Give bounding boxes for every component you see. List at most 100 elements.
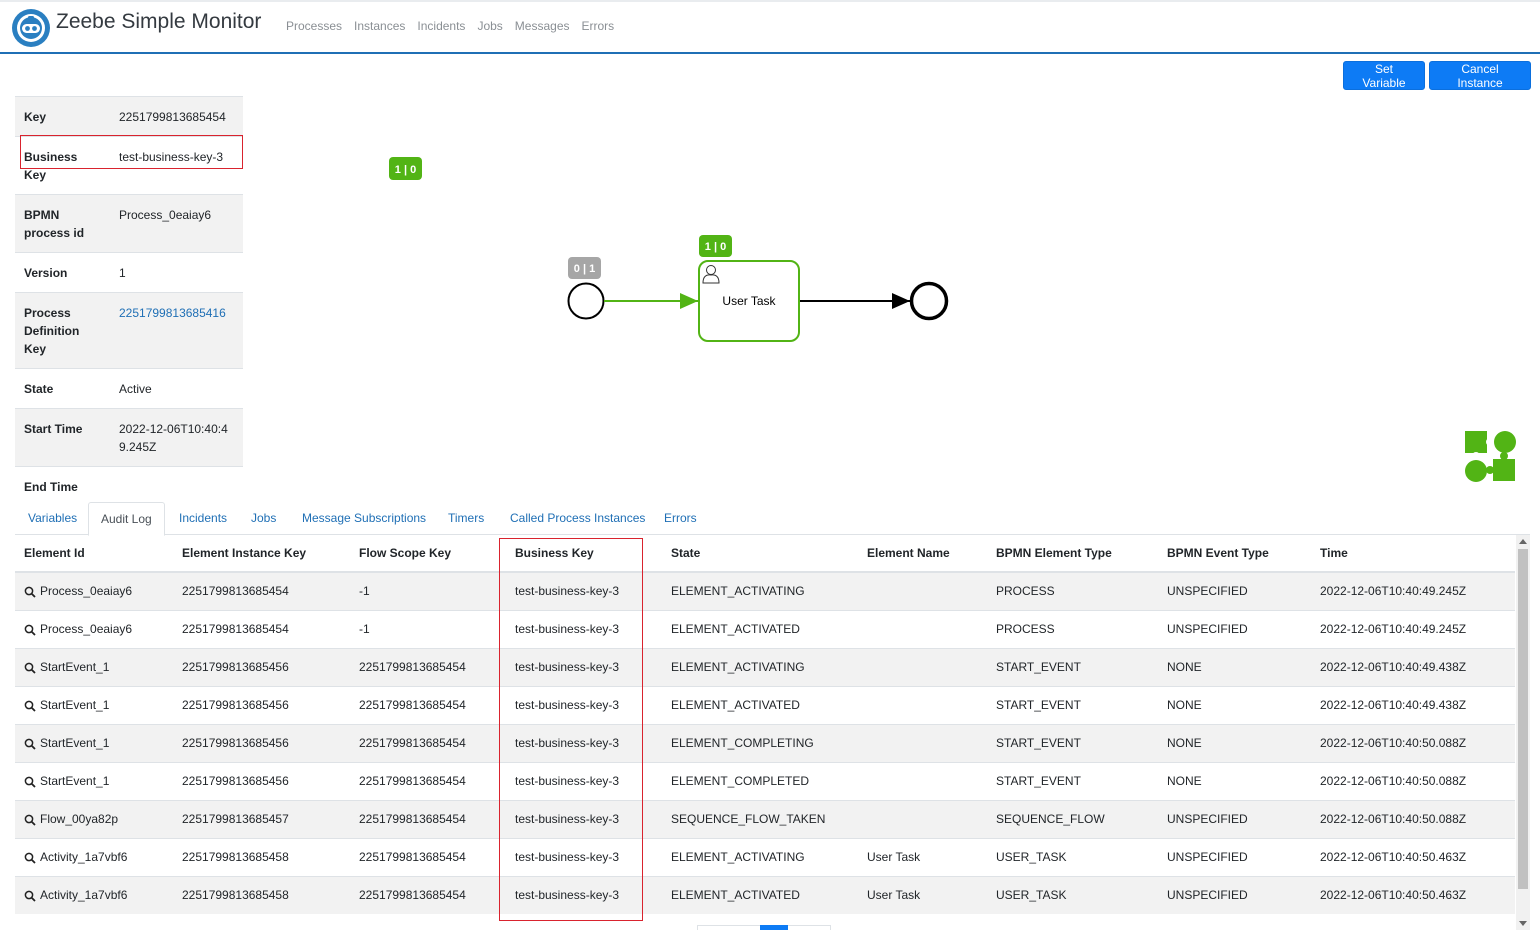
column-header[interactable]: Element Instance Key <box>173 535 350 573</box>
table-scrollbar[interactable] <box>1516 535 1530 930</box>
magnifier-icon[interactable] <box>24 852 36 864</box>
column-header[interactable]: Business Key <box>506 535 662 573</box>
table-row[interactable]: Process_0eaiay6 2251799813685454 -1 test-bu… <box>15 571 1515 610</box>
table-row[interactable]: Flow_00ya82p 2251799813685457 225179981368… <box>15 799 1515 838</box>
tab-audit-log[interactable]: Audit Log <box>88 502 165 536</box>
cell-time: 2022-12-06T10:40:50.088Z <box>1311 799 1515 838</box>
column-header[interactable]: State <box>662 535 858 573</box>
cell-bpmn-event-type: NONE <box>1158 647 1311 686</box>
badge-text: 1 | 0 <box>705 241 726 253</box>
cell-bpmn-element-type: START_EVENT <box>987 685 1158 724</box>
tab-jobs[interactable]: Jobs <box>251 502 276 535</box>
cell-flow-scope-key: -1 <box>350 571 506 610</box>
table-row[interactable]: Activity_1a7vbf6 2251799813685458 22517998… <box>15 875 1515 914</box>
nav-errors[interactable]: Errors <box>582 19 615 33</box>
nav-instances[interactable]: Instances <box>354 19 405 33</box>
badge-text: 0 | 1 <box>574 263 595 275</box>
cell-business-key: test-business-key-3 <box>506 685 662 724</box>
start-event[interactable] <box>567 282 605 320</box>
cell-state: ELEMENT_COMPLETED <box>662 761 858 800</box>
cell-element-name <box>858 571 987 610</box>
cell-element-instance-key: 2251799813685458 <box>173 875 350 914</box>
audit-log-body: Process_0eaiay6 2251799813685454 -1 test-bu… <box>15 571 1515 914</box>
table-row[interactable]: StartEvent_1 2251799813685456 225179981368… <box>15 685 1515 724</box>
column-header[interactable]: Element Id <box>15 535 173 573</box>
info-label: Version <box>15 252 110 293</box>
tab-message-subscriptions[interactable]: Message Subscriptions <box>302 502 426 535</box>
info-value: 2022-12-06T10:40:49.245Z <box>110 408 243 467</box>
table-row[interactable]: StartEvent_1 2251799813685456 225179981368… <box>15 723 1515 762</box>
column-header[interactable]: Time <box>1311 535 1515 573</box>
magnifier-icon[interactable] <box>24 700 36 712</box>
cell-state: ELEMENT_COMPLETING <box>662 723 858 762</box>
process-definition-link[interactable]: 2251799813685416 <box>119 306 226 320</box>
info-row-business-key: Business Key test-business-key-3 <box>15 136 243 195</box>
table-row[interactable]: Process_0eaiay6 2251799813685454 -1 test-bu… <box>15 609 1515 648</box>
cell-bpmn-event-type: NONE <box>1158 761 1311 800</box>
start-event-badge: 0 | 1 <box>568 257 601 279</box>
column-header[interactable]: BPMN Event Type <box>1158 535 1311 573</box>
element-id-text: Process_0eaiay6 <box>40 584 133 599</box>
nav-jobs[interactable]: Jobs <box>477 19 502 33</box>
scroll-down-arrow-icon[interactable] <box>1519 921 1527 926</box>
scroll-thumb[interactable] <box>1518 549 1528 889</box>
cell-time: 2022-12-06T10:40:50.463Z <box>1311 837 1515 876</box>
tab-timers[interactable]: Timers <box>448 502 484 535</box>
magnifier-icon[interactable] <box>24 624 36 636</box>
tab-called-process-instances[interactable]: Called Process Instances <box>510 502 645 535</box>
element-id-text: Activity_1a7vbf6 <box>40 888 128 903</box>
user-task[interactable]: User Task <box>698 260 800 342</box>
info-label: End Time <box>15 466 110 506</box>
set-variable-button[interactable]: Set Variable <box>1343 61 1425 90</box>
cell-bpmn-event-type: NONE <box>1158 685 1311 724</box>
cell-time: 2022-12-06T10:40:49.438Z <box>1311 647 1515 686</box>
magnifier-icon[interactable] <box>24 776 36 788</box>
cancel-instance-button[interactable]: Cancel Instance <box>1429 61 1531 90</box>
table-row[interactable]: Activity_1a7vbf6 2251799813685458 22517998… <box>15 837 1515 876</box>
cell-element-name <box>858 799 987 838</box>
cell-element-id: Process_0eaiay6 <box>15 571 173 610</box>
tab-incidents[interactable]: Incidents <box>179 502 227 535</box>
zeebe-logo-icon[interactable] <box>11 8 51 48</box>
cell-business-key: test-business-key-3 <box>506 799 662 838</box>
info-value <box>110 466 243 506</box>
puzzle-icon[interactable] <box>1463 429 1517 483</box>
end-event[interactable] <box>909 281 949 321</box>
column-header[interactable]: BPMN Element Type <box>987 535 1158 573</box>
nav-processes[interactable]: Processes <box>286 19 342 33</box>
magnifier-icon[interactable] <box>24 738 36 750</box>
cell-bpmn-element-type: PROCESS <box>987 571 1158 610</box>
cell-element-id: Flow_00ya82p <box>15 799 173 838</box>
table-row[interactable]: StartEvent_1 2251799813685456 225179981368… <box>15 761 1515 800</box>
info-label: Start Time <box>15 408 110 467</box>
tab-errors[interactable]: Errors <box>664 502 697 535</box>
cell-element-name: User Task <box>858 837 987 876</box>
info-row-key: Key 2251799813685454 <box>15 96 243 137</box>
scroll-up-arrow-icon[interactable] <box>1519 539 1527 544</box>
cell-bpmn-element-type: USER_TASK <box>987 837 1158 876</box>
column-header[interactable]: Flow Scope Key <box>350 535 506 573</box>
column-header[interactable]: Element Name <box>858 535 987 573</box>
magnifier-icon[interactable] <box>24 662 36 674</box>
nav-messages[interactable]: Messages <box>515 19 570 33</box>
cell-flow-scope-key: 2251799813685454 <box>350 685 506 724</box>
info-label: State <box>15 368 110 409</box>
table-row[interactable]: StartEvent_1 2251799813685456 225179981368… <box>15 647 1515 686</box>
magnifier-icon[interactable] <box>24 814 36 826</box>
magnifier-icon[interactable] <box>24 586 36 598</box>
element-id-text: Process_0eaiay6 <box>40 622 133 636</box>
cell-state: ELEMENT_ACTIVATED <box>662 685 858 724</box>
magnifier-icon[interactable] <box>24 890 36 902</box>
detail-tabs: Variables Audit Log Incidents Jobs Messa… <box>15 502 1530 536</box>
pagination[interactable] <box>697 925 831 930</box>
cell-business-key: test-business-key-3 <box>506 723 662 762</box>
pagination-active-page[interactable] <box>760 925 788 930</box>
app-title[interactable]: Zeebe Simple Monitor <box>56 10 261 34</box>
cell-time: 2022-12-06T10:40:50.088Z <box>1311 761 1515 800</box>
nav-incidents[interactable]: Incidents <box>417 19 465 33</box>
bpmn-diagram[interactable]: 1 | 0 0 | 1 1 | 0 User Task <box>380 150 980 360</box>
cell-state: ELEMENT_ACTIVATED <box>662 609 858 648</box>
tab-variables[interactable]: Variables <box>28 502 77 535</box>
info-value: Active <box>110 368 243 409</box>
info-row-version: Version 1 <box>15 252 243 293</box>
